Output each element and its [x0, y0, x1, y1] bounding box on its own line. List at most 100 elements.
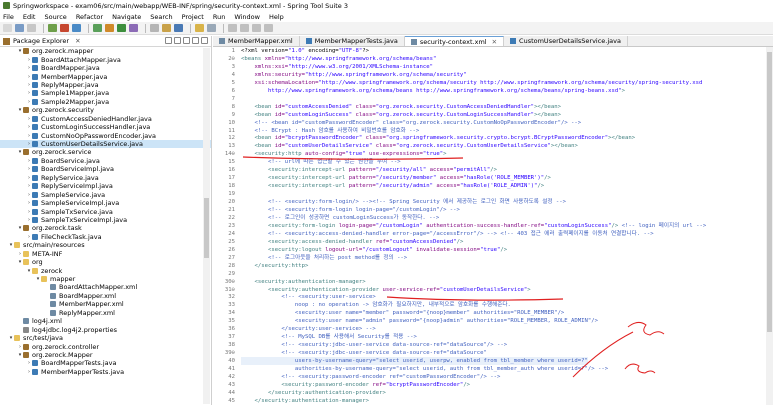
tree-item[interactable]: ▾ org.zerock.mapper — [0, 47, 211, 55]
server-start-icon[interactable] — [48, 24, 57, 32]
link-editor-icon[interactable] — [174, 37, 181, 44]
tree-item[interactable]: log4jdbc.log4j2.properties — [0, 325, 211, 334]
tree-item[interactable]: ▾ src/main/resources — [0, 241, 211, 249]
collapse-all-icon[interactable] — [165, 37, 172, 44]
tree-item[interactable]: › CustomNoOpPasswordEncoder.java — [0, 131, 211, 140]
tree-item[interactable]: log4j.xml — [0, 317, 211, 325]
tree-item[interactable]: › Sample1Mapper.java — [0, 89, 211, 97]
tree-item-label: org.zerock.controller — [32, 342, 100, 351]
minimize-icon[interactable] — [192, 37, 199, 44]
tree-item[interactable]: ReplyMapper.xml — [0, 309, 211, 317]
tree-item[interactable]: › SampleService.java — [0, 190, 211, 199]
menu-run[interactable]: Run — [213, 13, 225, 21]
tree-item[interactable]: › MemberMapperTests.java — [0, 368, 211, 376]
new-icon[interactable] — [3, 24, 12, 32]
tree-item[interactable]: › SampleTxServiceImpl.java — [0, 216, 211, 224]
tree-item[interactable]: › ReplyService.java — [0, 174, 211, 182]
tree-item[interactable]: ▾ org.zerock.task — [0, 224, 211, 232]
code-line[interactable]: </security:authentication-manager> — [241, 397, 369, 405]
tree-item[interactable]: › BoardMapperTests.java — [0, 359, 211, 367]
tree-item[interactable]: ▾ org.zerock.Mapper — [0, 351, 211, 359]
tree-item[interactable]: MemberMapper.xml — [0, 300, 211, 308]
menu-file[interactable]: File — [3, 13, 14, 21]
editor-tab[interactable]: MemberMapperTests.java — [300, 36, 405, 46]
print-icon[interactable] — [27, 24, 36, 32]
code-line[interactable]: <security:intercept-url pattern="/securi… — [241, 182, 544, 190]
tree-item[interactable]: › FileCheckTask.java — [0, 233, 211, 241]
tree-item[interactable]: › SampleTxService.java — [0, 207, 211, 216]
editor-tab-label: security-context.xml — [419, 37, 487, 46]
editor-tab[interactable]: security-context.xml ✕ — [404, 36, 505, 46]
java-icon — [32, 141, 38, 148]
code-editor[interactable]: 1 2⊖ 3 4 5 6 7 8 9 10 11 12 13 14⊖ 15 16 17 18 19 20 21 22 23 2… — [213, 47, 773, 405]
tree-item[interactable]: BoardMapper.xml — [0, 292, 211, 300]
menu-help[interactable]: Help — [269, 13, 284, 21]
editor-tab[interactable]: MemberMapper.xml — [213, 36, 300, 46]
menu-project[interactable]: Project — [182, 13, 204, 21]
tree-item[interactable]: ▾ src/test/java — [0, 334, 211, 342]
external-tools-icon[interactable] — [129, 24, 138, 32]
code-line[interactable]: http://www.springframework.org/schema/be… — [241, 87, 625, 95]
open-type-icon[interactable] — [195, 24, 204, 32]
tree-item[interactable]: ▾ zerock — [0, 266, 211, 275]
xml-file-icon — [410, 38, 417, 45]
close-tab-icon[interactable]: ✕ — [492, 38, 497, 46]
tree-item[interactable]: ▾ mapper — [0, 275, 211, 283]
tree-item[interactable]: BoardAttachMapper.xml — [0, 283, 211, 291]
pkg-icon — [23, 107, 29, 114]
tree-item[interactable]: › org.zerock.controller — [0, 342, 211, 351]
tree-item[interactable]: › ReplyServiceImpl.java — [0, 182, 211, 190]
tree-item-label: SampleService.java — [41, 190, 106, 199]
tree-item[interactable]: › Sample2Mapper.java — [0, 98, 211, 106]
tree-item[interactable]: › CustomLoginSuccessHandler.java — [0, 123, 211, 131]
tree-item[interactable]: › BoardMapper.java — [0, 64, 211, 72]
tree-item[interactable]: › BoardService.java — [0, 157, 211, 165]
save-icon[interactable] — [15, 24, 24, 32]
forward-icon[interactable] — [264, 24, 273, 32]
view-menu-icon[interactable] — [183, 37, 190, 44]
new-java-project-icon[interactable] — [150, 24, 159, 32]
spring-icon[interactable] — [93, 24, 102, 32]
scrollbar-thumb[interactable] — [204, 198, 209, 258]
debug-icon[interactable] — [105, 24, 114, 32]
tree-item[interactable]: › CustomAccessDeniedHandler.java — [0, 115, 211, 123]
tree-item-label: FileCheckTask.java — [41, 232, 102, 241]
tree-item[interactable]: › BoardAttachMapper.java — [0, 55, 211, 64]
java-icon — [32, 90, 38, 97]
menu-source[interactable]: Source — [44, 13, 66, 21]
tree-item[interactable]: › CustomUserDetailsService.java — [0, 139, 211, 149]
explorer-scrollbar[interactable] — [203, 48, 210, 404]
close-icon[interactable]: ✕ — [75, 37, 80, 45]
tree-item[interactable]: › ReplyMapper.java — [0, 81, 211, 89]
tree-item[interactable]: ▾ org.zerock.service — [0, 148, 211, 156]
editor-tab[interactable]: CustomUserDetailsService.java — [504, 36, 628, 46]
tree-item[interactable]: ▾ org — [0, 258, 211, 266]
tree-item-label: BoardAttachMapper.java — [41, 55, 121, 64]
deploy-icon[interactable] — [72, 24, 81, 32]
tree-item[interactable]: › META-INF — [0, 250, 211, 258]
code-line[interactable]: </security:http> — [241, 262, 308, 270]
tree-item[interactable]: › BoardServiceImpl.java — [0, 165, 211, 173]
new-class-icon[interactable] — [174, 24, 183, 32]
tree-item[interactable]: › SampleServiceImpl.java — [0, 199, 211, 207]
annotation-next-icon[interactable] — [228, 24, 237, 32]
editor-scrollbar[interactable] — [766, 47, 773, 405]
server-stop-icon[interactable] — [60, 24, 69, 32]
menu-refactor[interactable]: Refactor — [76, 13, 103, 21]
run-icon[interactable] — [117, 24, 126, 32]
maximize-icon[interactable] — [201, 37, 208, 44]
menu-edit[interactable]: Edit — [23, 13, 36, 21]
xml-icon — [50, 284, 56, 291]
annotation-prev-icon[interactable] — [240, 24, 249, 32]
scrollbar-thumb[interactable] — [767, 52, 772, 332]
menu-window[interactable]: Window — [234, 13, 260, 21]
tree-item[interactable]: ▾ org.zerock.security — [0, 106, 211, 114]
package-explorer-tab[interactable]: Package Explorer ✕ — [0, 36, 211, 47]
java-icon — [32, 56, 38, 63]
new-package-icon[interactable] — [162, 24, 171, 32]
back-icon[interactable] — [252, 24, 261, 32]
menu-search[interactable]: Search — [150, 13, 172, 21]
search-icon[interactable] — [207, 24, 216, 32]
tree-item[interactable]: › MemberMapper.java — [0, 72, 211, 81]
menu-navigate[interactable]: Navigate — [112, 13, 141, 21]
